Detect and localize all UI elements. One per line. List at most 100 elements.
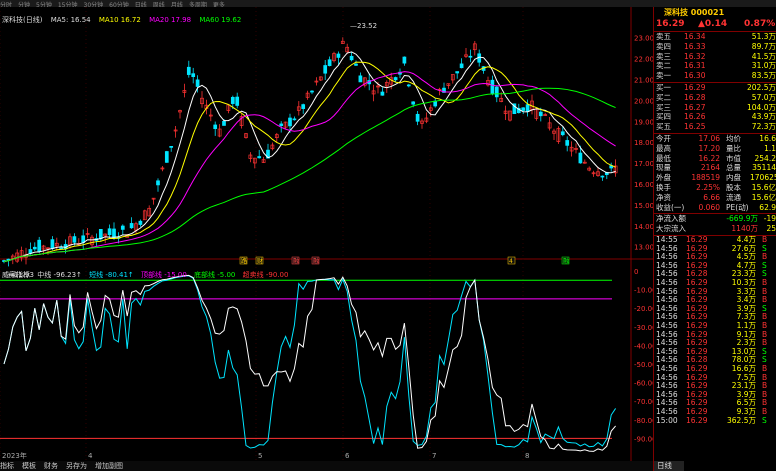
stat-value: 1.1	[764, 143, 776, 153]
ind-axis-label: 0	[634, 268, 638, 276]
ind-axis-label: -80.00	[634, 417, 653, 425]
stock-name: 深科技(日线)	[2, 16, 43, 24]
stat-value: 2.25%	[696, 183, 720, 192]
candle-body	[222, 120, 226, 126]
candle-body	[393, 77, 398, 81]
date-label: 5	[258, 452, 262, 460]
tick-time: 15:00	[656, 415, 678, 425]
ma10-label: MA10 16.72	[98, 16, 141, 24]
stat-value: 15.6亿	[751, 183, 776, 192]
tick-row: 15:00 16.29 362.5万 S	[654, 415, 776, 426]
candle-body	[402, 56, 407, 64]
stat-value: 35114	[752, 163, 776, 173]
panel-tab[interactable]: 日线	[654, 461, 684, 471]
candle-body	[490, 79, 495, 94]
price-axis-label: 22.00	[634, 56, 653, 64]
date-label: 7	[432, 452, 436, 460]
order-volume: 57.0万	[751, 92, 776, 102]
buy-row: 买五 16.25 72.3万	[654, 122, 776, 132]
stat-value: 6.66	[703, 192, 720, 202]
order-price: 16.30	[684, 71, 706, 81]
event-flag-label: 财	[257, 257, 263, 265]
flow-extra: 25	[766, 224, 776, 234]
stat-value: 170625	[750, 173, 776, 183]
date-label: 6	[345, 452, 350, 460]
order-label: 卖一	[656, 71, 671, 81]
candle-body	[468, 55, 473, 58]
ma5-label: MA5: 16.54	[50, 16, 91, 24]
order-volume: 104.0万	[747, 102, 776, 112]
stat-value: 188519	[691, 173, 720, 183]
candle-body	[358, 75, 363, 83]
stat-label: 最低	[656, 153, 671, 163]
flow-row: 大宗流入 1140万 25	[654, 224, 776, 234]
ind-axis-label: -40.00	[634, 342, 653, 350]
flow-value: -669.9万	[726, 214, 758, 224]
candle-body	[415, 113, 420, 122]
bottom-tab[interactable]: 指标	[0, 462, 14, 470]
chart-area[interactable]: 23.00 22.00 21.00 20.00 19.00 18.00 17.00 16.00…	[0, 7, 657, 461]
candle-body	[235, 96, 240, 106]
quote-panel: 深科技 000021 16.29 ▲0.14 0.87% 卖五 16.34 51.3…	[653, 7, 776, 471]
stat-value: 17.20	[698, 143, 720, 153]
stat-row: 净资 6.66 流通 15.6亿	[654, 193, 776, 203]
candle-body	[32, 246, 37, 250]
stat-row: 今开 17.06 均价 16.6	[654, 134, 776, 144]
ma-legend: 深科技(日线) MA5: 16.54 MA10 16.72 MA20 17.98…	[2, 15, 247, 25]
candle-body	[354, 63, 358, 66]
ma20-label: MA20 17.98	[149, 16, 192, 24]
flow-row: 净流入额 -669.9万 -19	[654, 214, 776, 224]
candle-body	[72, 236, 77, 243]
candle-body	[525, 104, 530, 112]
event-flag-label: 路	[241, 257, 247, 265]
candle-body	[336, 53, 341, 58]
order-price: 16.28	[684, 92, 706, 102]
stock-title: 深科技 000021	[664, 8, 725, 17]
bottom-tab[interactable]: 增加副图	[95, 462, 123, 470]
indicator-legend: 威廉指标 中线 -96.23↑ 短线 -80.41↑ 顶部线 -15.00 底部…	[2, 270, 293, 280]
candle-body	[195, 79, 200, 87]
kline-chart[interactable]: 23.00 22.00 21.00 20.00 19.00 18.00 17.00 16.00…	[0, 7, 657, 461]
stat-row: 收益(一) 0.060 PE(动) 62.9	[654, 203, 776, 213]
stat-label: 股本	[726, 183, 741, 192]
candle-body	[37, 239, 42, 252]
stat-value: 2164	[700, 163, 720, 173]
stat-value: 254.2	[754, 153, 776, 163]
indicator-short: 短线 -80.41↑	[89, 271, 134, 279]
candle-body	[230, 96, 235, 104]
order-label: 买三	[656, 102, 671, 112]
bottom-tab[interactable]: 模板	[22, 462, 36, 470]
order-volume: 202.5万	[747, 83, 776, 92]
buy-row: 买一 16.29 202.5万	[654, 83, 776, 93]
stat-label: PE(动)	[726, 202, 749, 212]
candle-body	[279, 123, 284, 126]
tick-side: S	[762, 415, 767, 425]
order-volume: 51.3万	[751, 32, 776, 41]
bottom-tab[interactable]: 另存为	[66, 462, 87, 470]
order-label: 买五	[656, 122, 671, 132]
order-volume: 43.9万	[751, 112, 776, 122]
candle-body	[164, 151, 169, 163]
price-axis-label: 18.00	[634, 139, 653, 147]
price-axis-label: 23.00	[634, 35, 653, 43]
price-pct: 0.87%	[744, 19, 776, 29]
candle-body	[565, 140, 570, 146]
candle-body	[560, 131, 565, 136]
buy-row: 买三 16.27 104.0万	[654, 103, 776, 113]
ind-axis-label: -30.00	[634, 324, 653, 332]
candle-body	[129, 223, 134, 229]
price-axis-label: 21.00	[634, 77, 653, 85]
buy-row: 买四 16.26 43.9万	[654, 112, 776, 122]
order-price: 16.27	[684, 102, 706, 112]
event-flag-label: 融	[293, 257, 299, 265]
ind-axis-label: -70.00	[634, 398, 653, 406]
candle-body	[406, 84, 411, 87]
stat-value: 17.06	[698, 134, 720, 143]
ind-axis-label: -60.00	[634, 380, 653, 388]
stat-label: 换手	[656, 183, 671, 192]
candle-body	[120, 225, 125, 230]
order-label: 卖五	[656, 32, 671, 41]
candle-body	[98, 229, 103, 240]
bottom-tab[interactable]: 财务	[44, 462, 58, 470]
date-label: 4	[88, 452, 93, 460]
